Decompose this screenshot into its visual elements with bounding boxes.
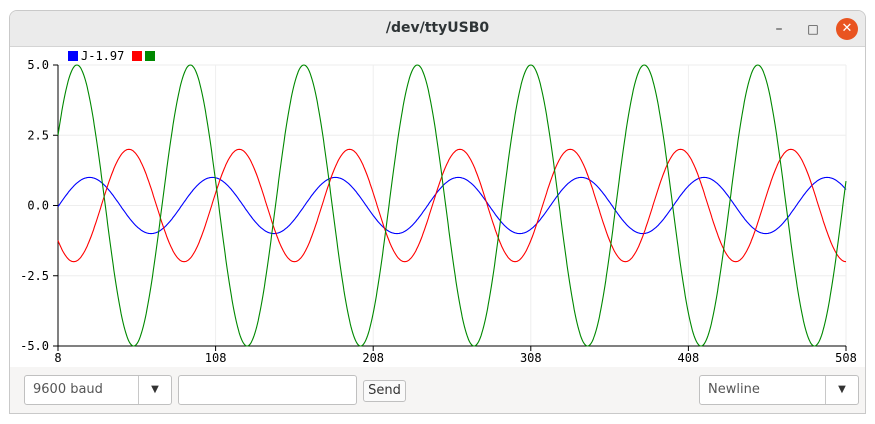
legend-swatch-1	[68, 51, 78, 61]
x-tick-label: 8	[54, 351, 61, 365]
serial-plot-chart: 5.0 2.5 0.0 -2.5 -5.0 8 108 208 308 408 508 J-1.97	[20, 49, 857, 365]
baud-rate-select[interactable]: 9600 baud ▼	[24, 375, 172, 405]
close-icon[interactable]: ✕	[836, 18, 858, 40]
plot-area: 5.0 2.5 0.0 -2.5 -5.0 8 108 208 308 408 508 J-1.97	[10, 47, 865, 367]
x-tick-label: 308	[520, 351, 542, 365]
baud-rate-value: 9600 baud	[33, 382, 103, 397]
chart-legend: J-1.97	[68, 49, 155, 63]
y-tick-label: 0.0	[27, 199, 49, 213]
title-bar: /dev/ttyUSB0 – □ ✕	[10, 11, 865, 47]
legend-label-1: J-1.97	[81, 49, 124, 63]
chevron-down-icon[interactable]: ▼	[138, 376, 171, 404]
x-tick-label: 508	[835, 351, 857, 365]
serial-plotter-window: /dev/ttyUSB0 – □ ✕ 5.0 2.5 0.0 -2.5 -5.0 8 108…	[9, 10, 866, 414]
x-tick-label: 108	[205, 351, 227, 365]
x-tick-label: 408	[678, 351, 700, 365]
message-input[interactable]	[178, 375, 357, 405]
legend-swatch-3	[145, 51, 155, 61]
window-title: /dev/ttyUSB0	[385, 20, 490, 36]
send-button[interactable]: Send	[363, 380, 406, 402]
chevron-down-icon[interactable]: ▼	[825, 376, 858, 404]
y-tick-label: -2.5	[20, 269, 49, 283]
minimize-icon[interactable]: –	[768, 18, 790, 40]
maximize-icon[interactable]: □	[802, 18, 824, 40]
y-tick-label: -5.0	[20, 339, 49, 353]
y-tick-label: 5.0	[27, 58, 49, 72]
control-bar: 9600 baud ▼ Send Newline ▼	[10, 367, 865, 413]
line-ending-value: Newline	[708, 382, 760, 397]
line-ending-select[interactable]: Newline ▼	[699, 375, 859, 405]
y-tick-label: 2.5	[27, 128, 49, 142]
x-tick-label: 208	[362, 351, 384, 365]
legend-swatch-2	[132, 51, 142, 61]
